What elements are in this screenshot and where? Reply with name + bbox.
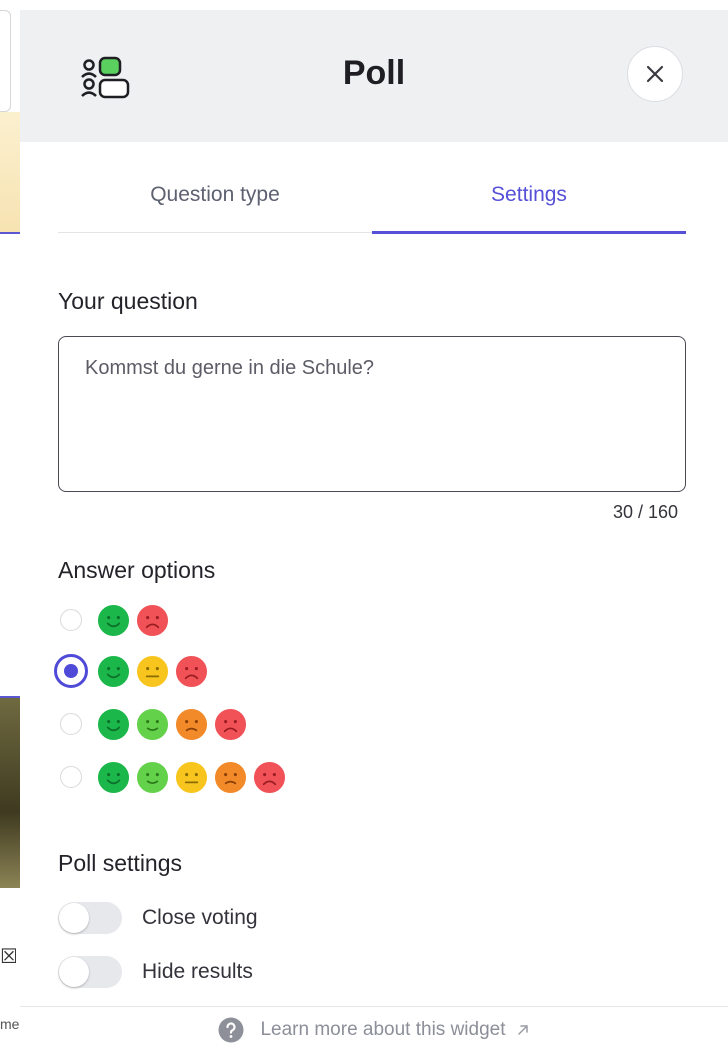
sad-red-face-icon [175, 655, 208, 687]
background-photo [0, 698, 20, 888]
close-voting-label: Close voting [142, 906, 258, 929]
panel-title: Poll [342, 54, 406, 92]
radio-dot [64, 664, 78, 678]
panel-footer: Learn more about this widget [20, 1006, 728, 1052]
background-divider [0, 232, 20, 234]
frown-orange-face-icon [175, 708, 208, 740]
character-counter: 30 / 160 [612, 502, 678, 522]
answer-option-4[interactable] [58, 757, 292, 797]
answer-option-1[interactable] [58, 600, 175, 640]
hide-results-row[interactable]: Hide results [58, 954, 253, 990]
hide-results-toggle[interactable] [58, 956, 122, 988]
answer-option-radio[interactable] [60, 766, 82, 788]
tab-question-type[interactable]: Question type [58, 158, 372, 232]
answer-option-radio[interactable] [60, 713, 82, 735]
smile-lightgreen-face-icon [136, 761, 169, 793]
learn-more-link[interactable]: Learn more about this widget [260, 1019, 505, 1041]
background-text: me [0, 1016, 20, 1032]
happy-green-face-icon [97, 708, 130, 740]
hide-results-label: Hide results [142, 960, 253, 983]
close-button[interactable] [627, 46, 683, 102]
tab-bar: Question type Settings [58, 158, 686, 234]
answer-option-2[interactable] [54, 651, 214, 691]
neutral-yellow-face-icon [175, 761, 208, 793]
close-icon [646, 65, 664, 83]
background-card [0, 10, 11, 112]
poll-settings-label: Poll settings [58, 850, 183, 876]
smile-lightgreen-face-icon [136, 708, 169, 740]
toggle-knob [59, 957, 89, 987]
happy-green-face-icon [97, 655, 130, 687]
sad-red-face-icon [253, 761, 286, 793]
answer-options-label: Answer options [58, 557, 216, 583]
frown-orange-face-icon [214, 761, 247, 793]
close-voting-row[interactable]: Close voting [58, 900, 258, 936]
answer-option-radio[interactable] [60, 609, 82, 631]
question-label: Your question [58, 288, 198, 314]
answer-option-3[interactable] [58, 704, 253, 744]
toggle-knob [59, 903, 89, 933]
panel-header: Poll [20, 10, 728, 142]
question-input[interactable] [58, 336, 686, 492]
help-icon [218, 1017, 244, 1042]
background-thumbnail [0, 112, 20, 232]
background-icon: ☒ [0, 946, 16, 968]
tab-settings[interactable]: Settings [372, 158, 686, 232]
close-voting-toggle[interactable] [58, 902, 122, 934]
sad-red-face-icon [214, 708, 247, 740]
neutral-yellow-face-icon [136, 655, 169, 687]
happy-green-face-icon [97, 761, 130, 793]
external-link-icon [517, 1024, 528, 1035]
poll-widget-panel: Poll Question type Settings Your questio… [20, 10, 728, 1051]
active-tab-indicator [372, 231, 686, 234]
happy-green-face-icon [97, 604, 130, 636]
answer-option-radio-selected[interactable] [54, 654, 88, 688]
sad-red-face-icon [136, 604, 169, 636]
